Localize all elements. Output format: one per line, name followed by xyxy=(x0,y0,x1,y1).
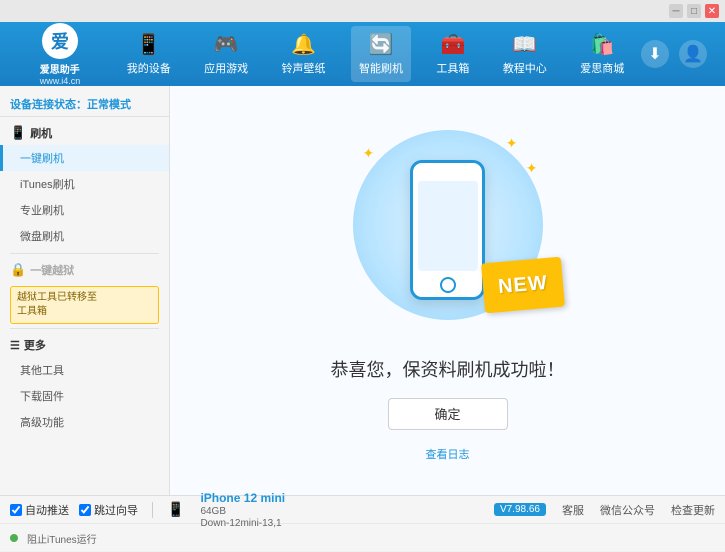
auto-push-input[interactable] xyxy=(10,504,22,516)
nav-items: 📱 我的设备 🎮 应用游戏 🔔 铃声壁纸 🔄 智能刷机 🧰 工具箱 📖 教程中心… xyxy=(110,26,641,82)
content-area: NEW ✦ ✦ ✦ 恭喜您，保资料刷机成功啦！ 确定 查看日志 xyxy=(170,86,725,495)
divider xyxy=(152,502,153,518)
new-text: NEW xyxy=(497,271,548,298)
log-link[interactable]: 查看日志 xyxy=(426,446,470,462)
user-button[interactable]: 👤 xyxy=(679,40,707,68)
nav-my-device[interactable]: 📱 我的设备 xyxy=(119,26,179,82)
my-device-icon: 📱 xyxy=(136,32,161,57)
nav-tutorials[interactable]: 📖 教程中心 xyxy=(495,26,555,82)
lock-icon: 🔒 xyxy=(10,262,26,278)
confirm-button[interactable]: 确定 xyxy=(388,398,508,430)
bottom-bottom-row: 阻止iTunes运行 xyxy=(0,524,725,552)
wechat-link[interactable]: 微信公众号 xyxy=(600,502,655,518)
logo-area: 爱 爱思助手 www.i4.cn xyxy=(10,23,110,86)
sidebar-divider-1 xyxy=(10,253,159,254)
header: 爱 爱思助手 www.i4.cn 📱 我的设备 🎮 应用游戏 🔔 铃声壁纸 🔄 … xyxy=(0,22,725,86)
logo-icon: 爱 xyxy=(42,23,78,59)
sparkle-icon-1: ✦ xyxy=(363,145,375,162)
main-area: 设备连接状态：正常模式 📱 刷机 一键刷机 iTunes刷机 专业刷机 微盘刷机… xyxy=(0,86,725,495)
toolbox-icon: 🧰 xyxy=(440,32,465,57)
nav-smart-flash[interactable]: 🔄 智能刷机 xyxy=(351,26,411,82)
device-phone-icon: 📱 xyxy=(167,501,184,518)
sidebar-item-itunes-flash[interactable]: iTunes刷机 xyxy=(0,171,169,197)
close-button[interactable]: ✕ xyxy=(705,4,719,18)
device-name[interactable]: iPhone 12 mini xyxy=(200,491,285,505)
nav-toolbox[interactable]: 🧰 工具箱 xyxy=(428,26,477,82)
download-button[interactable]: ⬇ xyxy=(641,40,669,68)
sidebar-item-other-tools[interactable]: 其他工具 xyxy=(0,357,169,383)
more-icon: ☰ xyxy=(10,339,20,352)
bottom-right: V7.98.66 客服 微信公众号 检查更新 xyxy=(494,502,715,518)
nav-ringtones[interactable]: 🔔 铃声壁纸 xyxy=(274,26,334,82)
phone-illustration: NEW ✦ ✦ ✦ xyxy=(348,120,548,340)
title-bar: ─ □ ✕ xyxy=(0,0,725,22)
sidebar-item-download-firmware[interactable]: 下载固件 xyxy=(0,383,169,409)
flash-section-icon: 📱 xyxy=(10,125,26,141)
new-badge: NEW xyxy=(480,256,564,313)
apps-games-icon: 🎮 xyxy=(214,32,239,57)
success-message: 恭喜您，保资料刷机成功啦！ xyxy=(331,356,565,382)
smart-flash-icon: 🔄 xyxy=(369,32,394,57)
sidebar-item-one-key-flash[interactable]: 一键刷机 xyxy=(0,145,169,171)
header-right: ⬇ 👤 xyxy=(641,40,707,68)
skip-wizard-input[interactable] xyxy=(79,504,91,516)
bottom-wrapper: 自动推送 跳过向导 📱 iPhone 12 mini 64GB Down-12m… xyxy=(0,495,725,551)
skip-wizard-checkbox[interactable]: 跳过向导 xyxy=(79,502,138,518)
device-storage: 64GB xyxy=(200,506,285,517)
phone-screen xyxy=(418,181,478,271)
maximize-button[interactable]: □ xyxy=(687,4,701,18)
sidebar-divider-2 xyxy=(10,328,159,329)
sidebar-item-downgrade-flash[interactable]: 微盘刷机 xyxy=(0,223,169,249)
itunes-status-dot xyxy=(10,534,18,542)
device-firmware: Down-12mini-13,1 xyxy=(200,518,285,529)
check-update-link[interactable]: 检查更新 xyxy=(671,502,715,518)
sparkle-icon-2: ✦ xyxy=(506,135,518,152)
customer-service-link[interactable]: 客服 xyxy=(562,502,584,518)
sidebar-item-advanced[interactable]: 高级功能 xyxy=(0,409,169,435)
version-badge: V7.98.66 xyxy=(494,503,546,516)
sidebar: 设备连接状态：正常模式 📱 刷机 一键刷机 iTunes刷机 专业刷机 微盘刷机… xyxy=(0,86,170,495)
flash-section-header: 📱 刷机 xyxy=(0,121,169,145)
nav-apps-games[interactable]: 🎮 应用游戏 xyxy=(196,26,256,82)
minimize-button[interactable]: ─ xyxy=(669,4,683,18)
connection-status: 设备连接状态：正常模式 xyxy=(0,92,169,117)
tutorials-icon: 📖 xyxy=(512,32,537,57)
itunes-status-text: 阻止iTunes运行 xyxy=(27,531,97,546)
more-section-header: ☰ 更多 xyxy=(0,333,169,357)
sidebar-item-pro-flash[interactable]: 专业刷机 xyxy=(0,197,169,223)
logo-name: 爱思助手 www.i4.cn xyxy=(40,61,81,86)
sparkle-icon-3: ✦ xyxy=(526,160,538,177)
auto-push-checkbox[interactable]: 自动推送 xyxy=(10,502,69,518)
ringtones-icon: 🔔 xyxy=(291,32,316,57)
bottom-top-row: 自动推送 跳过向导 📱 iPhone 12 mini 64GB Down-12m… xyxy=(0,496,725,524)
phone-home-button xyxy=(440,277,456,293)
store-icon: 🛍️ xyxy=(590,32,615,57)
nav-store[interactable]: 🛍️ 爱思商城 xyxy=(572,26,632,82)
jailbreak-section-header: 🔒 一键越狱 xyxy=(0,258,169,282)
jailbreak-warning: 越狱工具已转移至工具箱 xyxy=(10,286,159,324)
